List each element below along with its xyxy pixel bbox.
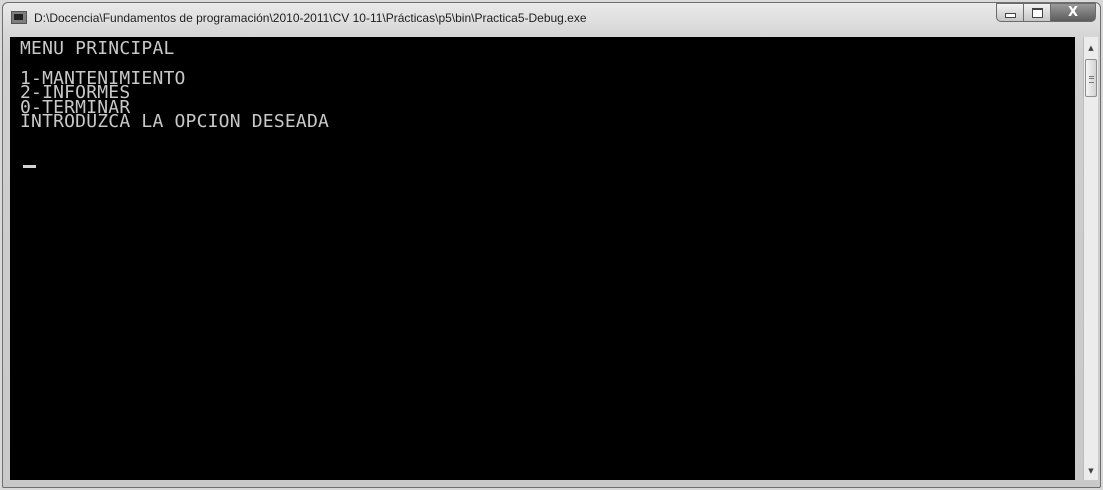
- window-title: D:\Docencia\Fundamentos de programación\…: [34, 11, 587, 25]
- maximize-button[interactable]: [1023, 3, 1050, 22]
- minimize-icon: [1004, 13, 1016, 18]
- scroll-down-arrow-icon[interactable]: ▼: [1084, 463, 1098, 479]
- menu-title-line: MENU PRINCIPAL: [20, 38, 175, 59]
- caption-buttons: X: [996, 3, 1096, 23]
- text-cursor: [23, 165, 36, 168]
- scroll-up-arrow-icon[interactable]: ▲: [1084, 40, 1098, 56]
- console-text: MENU PRINCIPAL 1-MANTENIMIENTO 2-INFORMES 0…: [20, 38, 330, 132]
- close-icon: X: [1067, 5, 1079, 20]
- grip-icon: [1089, 76, 1094, 83]
- console-app-icon[interactable]: [11, 11, 27, 24]
- vertical-scrollbar[interactable]: ▲ ▼: [1083, 37, 1098, 480]
- close-button[interactable]: X: [1050, 3, 1096, 22]
- console-output[interactable]: MENU PRINCIPAL 1-MANTENIMIENTO 2-INFORMES 0…: [10, 37, 1075, 480]
- prompt-line: INTRODUZCA LA OPCION DESEADA: [20, 111, 330, 132]
- console-window: D:\Docencia\Fundamentos de programación\…: [2, 2, 1101, 488]
- maximize-icon: [1031, 7, 1043, 18]
- minimize-button[interactable]: [996, 3, 1023, 22]
- title-bar[interactable]: D:\Docencia\Fundamentos de programación\…: [3, 3, 1100, 35]
- scrollbar-thumb[interactable]: [1085, 59, 1097, 97]
